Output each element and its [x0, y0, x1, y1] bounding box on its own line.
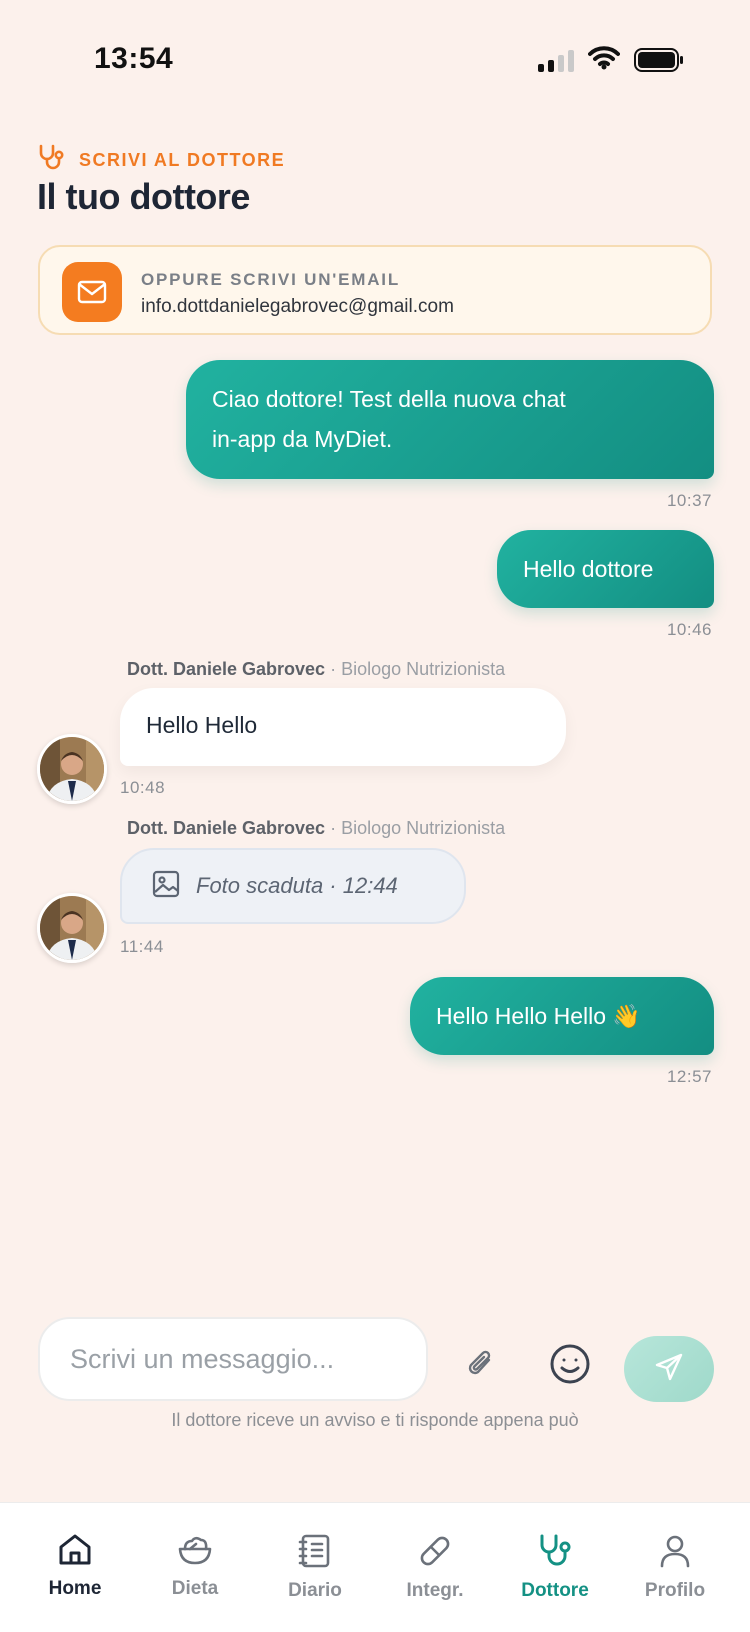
paperclip-icon[interactable] — [465, 1347, 497, 1386]
nav-label: Diario — [288, 1580, 342, 1601]
message-sender-label: Dott. Daniele Gabrovec · Biologo Nutrizi… — [127, 659, 505, 680]
message-timestamp: 12:57 — [666, 1067, 712, 1086]
sender-role: · Biologo Nutrizionista — [330, 818, 506, 838]
stethoscope-icon — [536, 1534, 574, 1573]
message-bubble-incoming: Hello Hello — [120, 688, 566, 766]
message-text-line: in-app da MyDiet. — [212, 426, 393, 452]
nav-label: Profilo — [644, 1580, 706, 1601]
message-timestamp: 10:46 — [666, 620, 712, 639]
nav-label: Home — [48, 1578, 102, 1599]
message-text: Hello Hello — [146, 712, 258, 738]
header-kicker-row: SCRIVI AL DOTTORE — [37, 144, 285, 177]
battery-icon — [634, 48, 684, 77]
doctor-avatar — [37, 734, 107, 804]
message-text: Hello dottore — [523, 556, 654, 582]
expired-photo-bubble: Foto scaduta · 12:44 — [120, 848, 466, 924]
sender-role: · Biologo Nutrizionista — [330, 659, 506, 679]
composer-hint: Il dottore riceve un avviso e ti rispond… — [171, 1410, 579, 1430]
sender-name: Dott. Daniele Gabrovec — [127, 659, 326, 679]
cellular-signal-icon — [538, 50, 574, 72]
stethoscope-icon — [37, 144, 67, 177]
wifi-icon — [588, 46, 620, 75]
nav-item-dieta[interactable]: Dieta — [135, 1533, 255, 1600]
message-bubble-outgoing: Hello dottore — [497, 530, 714, 608]
doctor-avatar — [37, 893, 107, 963]
sender-name: Dott. Daniele Gabrovec — [127, 818, 326, 838]
user-icon — [658, 1535, 692, 1573]
nav-label: Dottore — [521, 1580, 589, 1601]
nav-label: Integr. — [406, 1580, 464, 1601]
nav-label: Dieta — [171, 1578, 219, 1599]
header-kicker: SCRIVI AL DOTTORE — [79, 150, 286, 170]
bottom-navigation: Home Dieta Diario Integr. Dottore Profil… — [0, 1502, 750, 1632]
send-icon — [654, 1352, 684, 1387]
status-time: 13:54 — [94, 42, 174, 75]
nav-item-profilo[interactable]: Profilo — [615, 1533, 735, 1602]
nav-item-dottore[interactable]: Dottore — [495, 1533, 615, 1602]
message-text-line: Ciao dottore! Test della nuova chat — [212, 386, 566, 412]
message-sender-label: Dott. Daniele Gabrovec · Biologo Nutrizi… — [127, 818, 505, 839]
message-text: Hello Hello Hello 👋 — [436, 1003, 642, 1029]
email-address-link[interactable]: info.dottdanielegabrovec@gmail.com — [141, 296, 454, 318]
emoji-icon[interactable] — [549, 1343, 591, 1390]
pill-icon — [417, 1536, 453, 1573]
message-bubble-outgoing: Ciao dottore! Test della nuova chat in-a… — [186, 360, 714, 479]
expired-photo-text: Foto scaduta · 12:44 — [196, 873, 398, 898]
mail-icon — [62, 262, 122, 322]
message-timestamp: 10:37 — [666, 491, 712, 510]
send-button[interactable] — [624, 1336, 714, 1402]
notebook-icon — [298, 1534, 332, 1573]
email-card[interactable]: OPPURE SCRIVI UN'EMAIL info.dottdanieleg… — [38, 245, 712, 335]
message-timestamp: 11:44 — [120, 937, 164, 956]
nav-item-home[interactable]: Home — [15, 1533, 135, 1600]
nav-item-diario[interactable]: Diario — [255, 1533, 375, 1602]
image-icon — [152, 870, 180, 903]
salad-bowl-icon — [176, 1536, 214, 1571]
message-bubble-outgoing: Hello Hello Hello 👋 — [410, 977, 714, 1055]
page-title: Il tuo dottore — [37, 176, 250, 217]
nav-item-integratori[interactable]: Integr. — [375, 1533, 495, 1602]
home-icon — [57, 1534, 93, 1571]
message-input[interactable]: Scrivi un messaggio... — [38, 1317, 428, 1401]
email-card-kicker: OPPURE SCRIVI UN'EMAIL — [141, 270, 400, 289]
message-timestamp: 10:48 — [120, 778, 166, 797]
